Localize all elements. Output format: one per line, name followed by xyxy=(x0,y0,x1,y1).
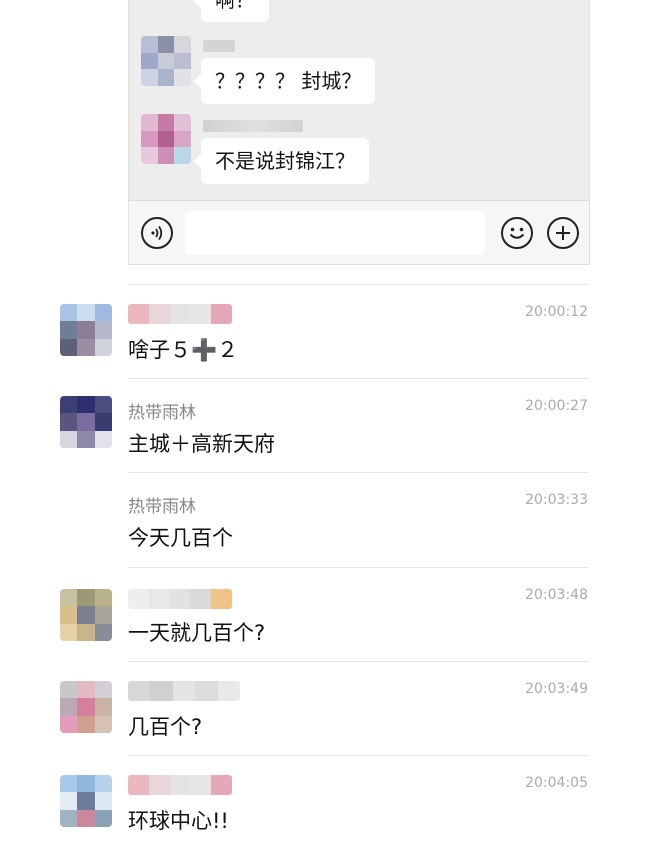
message-text: 环球中心!! xyxy=(128,809,229,833)
sender-name-redacted xyxy=(128,775,232,795)
emoji-icon xyxy=(501,217,533,249)
sender-name-redacted xyxy=(203,40,235,52)
avatar[interactable] xyxy=(60,396,112,448)
message-row[interactable]: 20:04:05 环球中心!! xyxy=(0,755,660,849)
sender-name-redacted xyxy=(128,304,232,324)
sender-name-redacted xyxy=(128,681,240,701)
message-text: 今天几百个 xyxy=(128,526,233,550)
sender-name: 热带雨林 xyxy=(128,497,196,517)
embedded-message-input xyxy=(185,211,485,255)
timestamp: 20:03:33 xyxy=(525,492,588,508)
embedded-input-bar xyxy=(129,200,589,264)
timestamp: 20:03:49 xyxy=(525,681,588,697)
message-row[interactable]: 20:00:12 啥子５➕２ xyxy=(0,284,660,378)
message-row[interactable]: 热带雨林 20:03:33 今天几百个 xyxy=(0,472,660,566)
timestamp: 20:00:12 xyxy=(525,304,588,320)
avatar xyxy=(141,36,191,86)
avatar[interactable] xyxy=(60,589,112,641)
message-row[interactable]: 20:03:49 几百个? xyxy=(0,661,660,755)
message-text: 主城＋高新天府 xyxy=(128,432,275,456)
avatar[interactable] xyxy=(60,775,112,827)
sender-name-redacted xyxy=(128,589,232,609)
voice-icon xyxy=(141,217,173,249)
plus-icon xyxy=(547,217,579,249)
avatar xyxy=(141,114,191,164)
embedded-bubble: 不是说封锦江？ xyxy=(193,138,369,184)
timestamp: 20:00:27 xyxy=(525,398,588,414)
embedded-chat-screenshot: 啊？ ？？？？ 封城？ 不是说封锦江？ xyxy=(128,0,590,265)
message-row[interactable]: 热带雨林 20:00:27 主城＋高新天府 xyxy=(0,378,660,472)
avatar[interactable] xyxy=(60,304,112,356)
message-text: 几百个? xyxy=(128,715,203,739)
sender-name-redacted xyxy=(203,120,303,132)
embedded-bubble: 啊？ xyxy=(193,0,269,22)
message-text: 啥子５➕２ xyxy=(128,338,239,362)
message-text: 一天就几百个? xyxy=(128,621,266,645)
timestamp: 20:03:48 xyxy=(525,587,588,603)
avatar[interactable] xyxy=(60,681,112,733)
embedded-bubble: ？？？？ 封城？ xyxy=(192,58,376,104)
message-row[interactable]: 20:03:48 一天就几百个? xyxy=(0,567,660,661)
sender-name: 热带雨林 xyxy=(128,403,196,423)
timestamp: 20:04:05 xyxy=(525,775,588,791)
